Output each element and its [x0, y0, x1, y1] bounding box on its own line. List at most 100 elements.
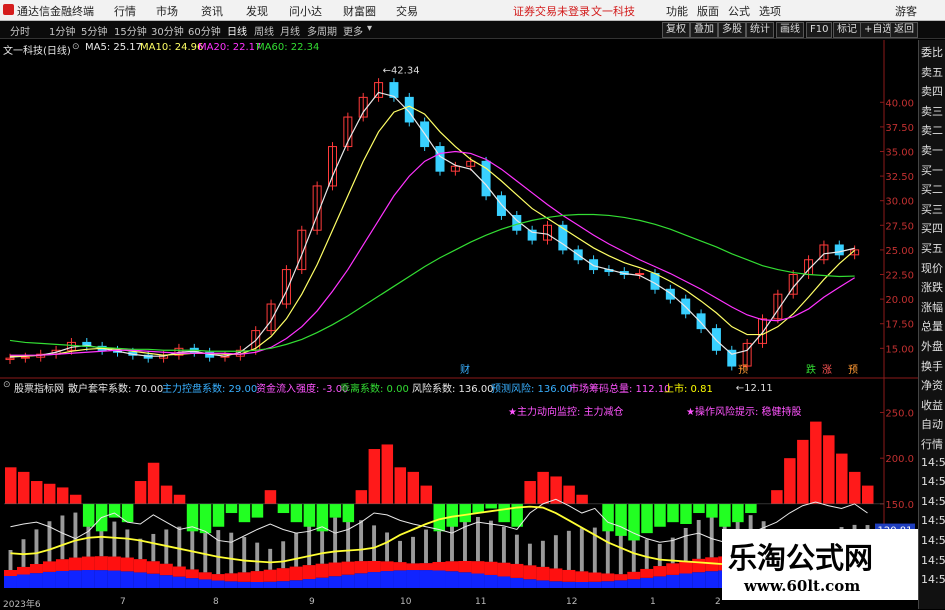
indicator-bar-up: [862, 485, 874, 504]
quote-panel-label[interactable]: 净资: [921, 377, 943, 393]
quote-panel-label[interactable]: 卖四: [921, 83, 943, 99]
menu-hangqing[interactable]: 行情: [114, 3, 136, 19]
red-band-bar: [133, 559, 147, 573]
quote-panel-label[interactable]: 买三: [921, 201, 943, 217]
blue-band-bar: [107, 570, 121, 588]
tool-huaxian[interactable]: 画线: [776, 22, 804, 38]
red-band-bar: [627, 571, 641, 580]
period-5min[interactable]: 5分钟: [81, 23, 107, 38]
blue-band-bar: [276, 581, 290, 588]
indicator-bar-down: [329, 503, 342, 518]
menu-gongneng[interactable]: 功能: [666, 3, 688, 19]
menu-caifuquan[interactable]: 财富圈: [343, 3, 376, 19]
period-30min[interactable]: 30分钟: [151, 23, 184, 38]
red-band-bar: [211, 574, 225, 581]
gray-band-bar: [579, 528, 584, 572]
quote-panel-label[interactable]: 自动: [921, 416, 943, 432]
quote-panel-label[interactable]: 14:5: [921, 554, 945, 567]
period-1min[interactable]: 1分钟: [49, 23, 75, 38]
indicator-bar-up: [407, 471, 420, 504]
menu-xuanxiang[interactable]: 选项: [759, 3, 781, 19]
menu-zixun[interactable]: 资讯: [201, 3, 223, 19]
gray-band-bar: [540, 540, 545, 567]
login-notice[interactable]: 证券交易未登录: [513, 3, 590, 19]
red-band-bar: [601, 573, 615, 582]
tool-duogu[interactable]: 多股: [718, 22, 746, 38]
candle-body: [834, 244, 844, 256]
y-tick-label: 20.00: [885, 295, 914, 306]
period-multi[interactable]: 多周期: [307, 23, 337, 38]
quote-panel-label[interactable]: 买一: [921, 162, 943, 178]
quote-panel-label[interactable]: 涨跌: [921, 279, 943, 295]
blue-band-bar: [432, 570, 446, 588]
menu-banmian[interactable]: 版面: [697, 3, 719, 19]
tool-fuquan[interactable]: 复权: [662, 22, 690, 38]
indicator-bar-down: [706, 503, 718, 518]
quote-panel-label[interactable]: 14:5: [921, 495, 945, 508]
quote-panel-label[interactable]: 现价: [921, 260, 943, 276]
menu-faxian[interactable]: 发现: [246, 3, 268, 19]
period-15min[interactable]: 15分钟: [114, 23, 147, 38]
quote-panel-label[interactable]: 卖一: [921, 142, 943, 158]
menu-wenxiaoda[interactable]: 问小达: [289, 3, 322, 19]
gray-band-bar: [242, 537, 247, 573]
quote-panel-label[interactable]: 14:5: [921, 514, 945, 527]
indicator-bar-up: [576, 494, 588, 504]
quote-panel-label[interactable]: 委比: [921, 44, 943, 60]
blue-band-bar: [55, 570, 69, 588]
quote-panel-label[interactable]: 14:5: [921, 573, 945, 586]
quote-panel-label[interactable]: 卖五: [921, 64, 943, 80]
gray-band-bar: [216, 530, 221, 575]
period-daily[interactable]: 日线: [227, 23, 247, 38]
quote-panel-label[interactable]: 外盘: [921, 338, 943, 354]
period-fenshi[interactable]: 分时: [10, 23, 30, 38]
gray-band-bar: [514, 534, 519, 564]
gray-band-bar: [644, 539, 649, 569]
menu-shichang[interactable]: 市场: [156, 3, 178, 19]
indicator-settings-icon[interactable]: ⊙: [3, 380, 11, 390]
blue-band-bar: [120, 571, 134, 588]
gray-band-bar: [566, 530, 571, 570]
quote-panel-label[interactable]: 卖三: [921, 103, 943, 119]
chart-area[interactable]: 40.00 37.50 35.00 32.50 30.00 27.50 25.00 22.50…: [0, 40, 918, 597]
quote-panel-label[interactable]: 收益: [921, 397, 943, 413]
indicator-bar-up: [368, 449, 381, 504]
gray-band-bar: [177, 526, 182, 567]
tool-biaoji[interactable]: 标记: [833, 22, 861, 38]
period-more[interactable]: 更多: [343, 23, 363, 38]
date-tick: 8: [213, 597, 219, 607]
gray-band-bar: [190, 525, 195, 570]
blue-band-bar: [614, 580, 628, 588]
chevron-down-icon[interactable]: ▾: [367, 23, 372, 34]
period-60min[interactable]: 60分钟: [188, 23, 221, 38]
red-band-bar: [380, 561, 394, 572]
blue-band-bar: [705, 571, 719, 588]
red-band-bar: [172, 566, 186, 577]
quote-panel-label[interactable]: 买二: [921, 181, 943, 197]
tool-tongji[interactable]: 统计: [746, 22, 774, 38]
blue-band-bar: [445, 571, 459, 588]
quote-panel-label[interactable]: 买四: [921, 220, 943, 236]
user-label[interactable]: 游客: [895, 3, 917, 19]
indicator-bar-down: [459, 503, 471, 523]
quote-panel-label[interactable]: 买五: [921, 240, 943, 256]
tool-fanhui[interactable]: 返回: [890, 22, 918, 38]
menu-jiaoyi[interactable]: 交易: [396, 3, 418, 19]
gray-band-bar: [476, 516, 480, 562]
quote-panel-label[interactable]: 14:5: [921, 475, 945, 488]
period-weekly[interactable]: 周线: [254, 23, 274, 38]
blue-band-bar: [341, 574, 355, 588]
quote-panel-label[interactable]: 涨幅: [921, 299, 943, 315]
quote-panel-label[interactable]: 总量: [921, 318, 943, 334]
blue-band-bar: [237, 581, 251, 588]
quote-panel-label[interactable]: 卖二: [921, 122, 943, 138]
menu-gongshi[interactable]: 公式: [728, 3, 750, 19]
quote-panel-label[interactable]: 14:5: [921, 534, 945, 547]
tool-f10[interactable]: F10: [806, 22, 833, 38]
tool-diejia[interactable]: 叠加: [690, 22, 718, 38]
gray-band-bar: [463, 516, 467, 561]
quote-panel-label[interactable]: 行情: [921, 436, 943, 452]
period-monthly[interactable]: 月线: [280, 23, 300, 38]
quote-panel-label[interactable]: 换手: [921, 358, 943, 374]
quote-panel-label[interactable]: 14:5: [921, 456, 945, 469]
